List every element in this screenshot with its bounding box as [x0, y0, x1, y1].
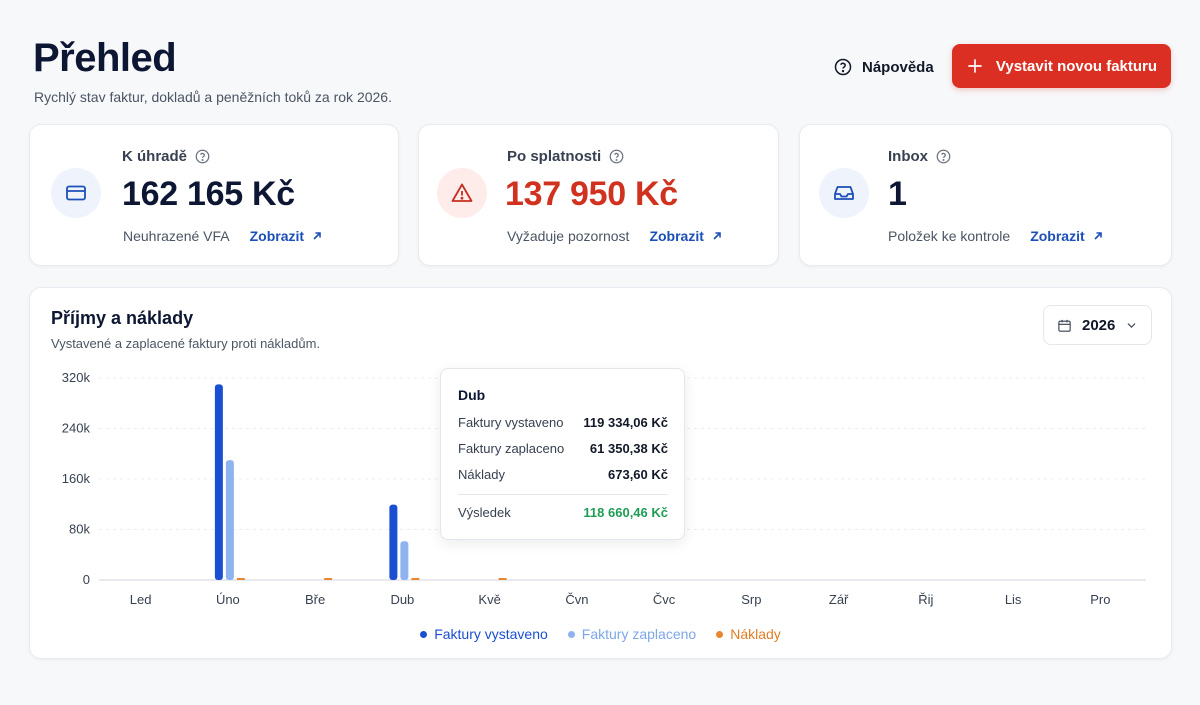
view-link[interactable]: Zobrazit: [649, 228, 721, 244]
tooltip-row: Faktury vystaveno 119 334,06 Kč: [458, 415, 668, 430]
y-tick-label: 160k: [62, 471, 91, 486]
legend-item-costs[interactable]: Náklady: [716, 626, 781, 642]
kpi-label: Po splatnosti: [507, 148, 624, 165]
kpi-note: Položek ke kontrole: [888, 228, 1011, 244]
tooltip-divider: [458, 494, 668, 495]
y-tick-label: 320k: [62, 370, 91, 385]
kpi-footer: Vyžaduje pozornost Zobrazit: [507, 228, 722, 244]
inbox-tray-icon: [819, 168, 869, 218]
warning-triangle-icon: [437, 168, 487, 218]
y-tick-label: 0: [83, 572, 90, 587]
kpi-value: 162 165 Kč: [122, 175, 295, 213]
kpi-note: Vyžaduje pozornost: [507, 228, 630, 244]
help-link[interactable]: Nápověda: [834, 56, 934, 78]
view-link[interactable]: Zobrazit: [250, 228, 322, 244]
bar-issued[interactable]: [389, 504, 398, 580]
legend-item-paid[interactable]: Faktury zaplaceno: [567, 626, 696, 642]
y-tick-label: 80k: [69, 522, 90, 537]
x-tick-label: Kvě: [478, 592, 500, 607]
y-tick-label: 240k: [62, 421, 91, 436]
arrow-up-right-icon: [313, 232, 321, 240]
legend-dot: [567, 630, 575, 638]
bar-paid[interactable]: [225, 460, 234, 580]
x-tick-label: Řij: [918, 592, 933, 607]
kpi-label: K úhradě: [122, 148, 210, 165]
legend-dot: [716, 630, 724, 638]
bar-costs[interactable]: [411, 578, 420, 580]
kpi-card-to-pay: K úhradě 162 165 Kč Neuhrazené VFA Zobra…: [29, 124, 399, 266]
view-link[interactable]: Zobrazit: [1030, 228, 1102, 244]
page-title: Přehled: [33, 36, 177, 80]
help-circle-icon: [834, 58, 852, 76]
income-costs-panel: Příjmy a náklady Vystavené a zaplacené f…: [29, 287, 1172, 659]
x-tick-label: Dub: [390, 592, 414, 607]
tooltip-row: Faktury zaplaceno 61 350,38 Kč: [458, 441, 668, 456]
create-invoice-button[interactable]: Vystavit novou fakturu: [952, 44, 1171, 88]
kpi-card-overdue: Po splatnosti 137 950 Kč Vyžaduje pozorn…: [418, 124, 779, 266]
x-tick-label: Lis: [1005, 592, 1022, 607]
arrow-up-right-icon: [1094, 232, 1102, 240]
help-circle-icon[interactable]: [936, 149, 951, 164]
legend-dot: [420, 630, 428, 638]
help-label: Nápověda: [862, 58, 934, 76]
bar-paid[interactable]: [400, 541, 409, 580]
credit-card-icon: [51, 168, 101, 218]
kpi-card-inbox: Inbox 1 Položek ke kontrole Zobrazit: [799, 124, 1172, 266]
kpi-value: 1: [888, 175, 907, 213]
tooltip-row: Náklady 673,60 Kč: [458, 467, 668, 482]
plus-icon: [968, 59, 982, 73]
help-circle-icon[interactable]: [195, 149, 210, 164]
chart-legend: Faktury vystaveno Faktury zaplaceno Nákl…: [30, 626, 1171, 642]
x-tick-label: Pro: [1090, 592, 1110, 607]
page-subtitle: Rychlý stav faktur, dokladů a peněžních …: [34, 89, 392, 105]
kpi-footer: Neuhrazené VFA Zobrazit: [123, 228, 322, 244]
tooltip-result-row: Výsledek 118 660,46 Kč: [458, 505, 668, 520]
x-tick-label: Led: [130, 592, 152, 607]
bar-costs[interactable]: [324, 578, 333, 580]
tooltip-title: Dub: [458, 387, 486, 403]
chart-tooltip: Dub Faktury vystaveno 119 334,06 Kč Faktu…: [440, 368, 685, 540]
kpi-value: 137 950 Kč: [505, 175, 678, 213]
bar-issued[interactable]: [214, 384, 223, 580]
create-invoice-label: Vystavit novou fakturu: [995, 57, 1158, 75]
x-tick-label: Čvc: [653, 592, 676, 607]
legend-item-issued[interactable]: Faktury vystaveno: [420, 626, 548, 642]
x-tick-label: Zář: [829, 592, 849, 607]
kpi-note: Neuhrazené VFA: [123, 228, 230, 244]
x-tick-label: Bře: [305, 592, 325, 607]
kpi-label: Inbox: [888, 148, 951, 165]
bar-costs[interactable]: [236, 578, 245, 580]
x-tick-label: Srp: [741, 592, 761, 607]
bar-costs[interactable]: [498, 578, 507, 580]
help-circle-icon[interactable]: [609, 149, 624, 164]
x-tick-label: Čvn: [565, 592, 588, 607]
arrow-up-right-icon: [713, 232, 721, 240]
kpi-footer: Položek ke kontrole Zobrazit: [888, 228, 1103, 244]
x-tick-label: Úno: [216, 592, 240, 607]
